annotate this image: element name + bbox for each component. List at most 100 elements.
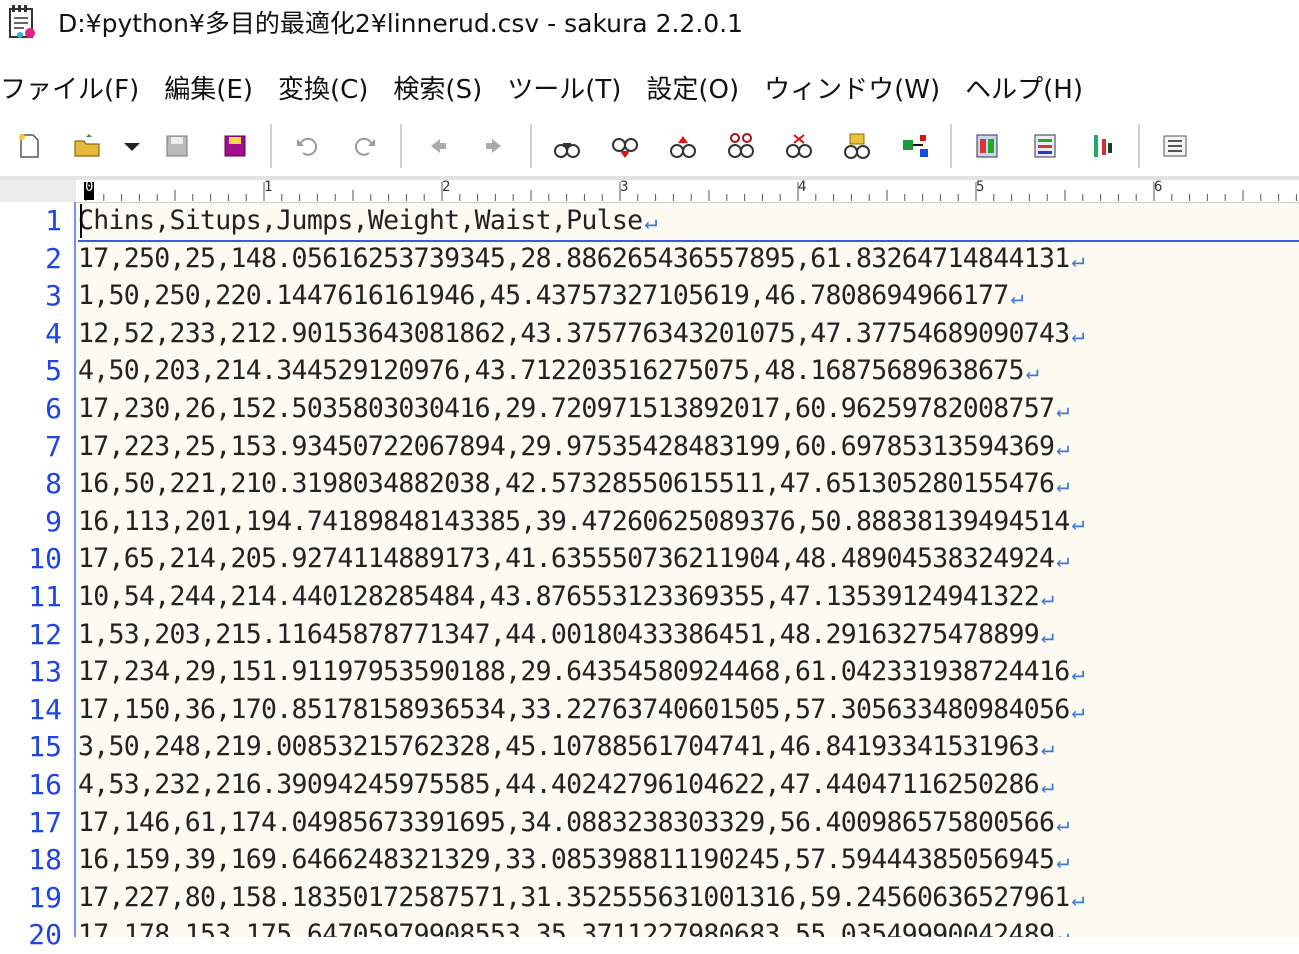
jump-back-icon[interactable] [420, 129, 454, 163]
text-line[interactable]: 17,234,29,151.91197953590188,29.64354580… [78, 653, 1085, 691]
ruler-label: 4 [798, 180, 807, 195]
line-number[interactable]: 1 [0, 202, 62, 240]
toolbar-separator [270, 124, 272, 168]
toolbar [0, 120, 1299, 172]
line-number[interactable]: 9 [0, 503, 62, 541]
line-number[interactable]: 13 [0, 653, 62, 691]
find-all-icon[interactable] [724, 129, 758, 163]
toolbar-separator [400, 124, 402, 168]
text-line[interactable]: Chins,Situps,Jumps,Weight,Waist,Pulse↵ [78, 202, 658, 240]
text-line[interactable]: 17,146,61,174.04985673391695,34.08832383… [78, 804, 1070, 842]
ruler-label: 6 [1154, 180, 1163, 195]
line-text: 16,50,221,210.3198034882038,42.573285506… [78, 468, 1055, 500]
text-line[interactable]: 3,50,248,219.00853215762328,45.107885617… [78, 728, 1054, 766]
menu-bar: ファイル(F) 編集(E) 変換(C) 検索(S) ツール(T) 設定(O) ウ… [0, 64, 1299, 110]
line-number[interactable]: 18 [0, 841, 62, 879]
menu-settings[interactable]: 設定(O) [646, 69, 752, 106]
menu-search[interactable]: 検索(S) [393, 69, 495, 106]
text-line[interactable]: 10,54,244,214.440128285484,43.8765531233… [78, 578, 1054, 616]
line-text: 17,178,153,175.64705979908553,35.3711227… [78, 919, 1055, 937]
redo-icon[interactable] [348, 129, 382, 163]
menu-help[interactable]: ヘルプ(H) [965, 69, 1096, 106]
open-folder-icon[interactable] [70, 129, 104, 163]
line-text: 16,159,39,169.6466248321329,33.085398811… [78, 844, 1055, 876]
window-title: D:¥python¥多目的最適化2¥linnerud.csv - sakura … [58, 9, 744, 38]
ruler-label: 2 [442, 180, 451, 195]
eol-mark: ↵ [1071, 510, 1085, 536]
eol-mark: ↵ [1041, 774, 1054, 799]
menu-file[interactable]: ファイル(F) [0, 69, 152, 106]
jump-forward-icon[interactable] [478, 129, 512, 163]
text-line[interactable]: 4,50,203,214.344529120976,43.71220351627… [78, 352, 1039, 390]
dropdown-arrow-icon[interactable] [122, 129, 142, 163]
line-number[interactable]: 5 [0, 352, 62, 390]
line-number[interactable]: 16 [0, 766, 62, 804]
text-line[interactable]: 17,223,25,153.93450722067894,29.97535428… [78, 428, 1070, 466]
text-line[interactable]: 16,50,221,210.3198034882038,42.573285506… [78, 465, 1070, 503]
line-number[interactable]: 20 [0, 916, 62, 954]
text-line[interactable]: 1,53,203,215.11645878771347,44.001804333… [78, 616, 1054, 654]
line-number[interactable]: 19 [0, 879, 62, 917]
new-file-icon[interactable] [12, 129, 46, 163]
line-number[interactable]: 11 [0, 578, 62, 616]
line-number[interactable]: 2 [0, 240, 62, 278]
eol-mark: ↵ [1041, 736, 1054, 762]
line-text: 4,53,232,216.39094245975585,44.402427961… [78, 769, 1040, 800]
compare-icon[interactable] [970, 129, 1004, 163]
outline-icon[interactable] [1086, 129, 1120, 163]
text-line[interactable]: 12,52,233,212.90153643081862,43.37577634… [78, 315, 1085, 353]
compare-next-icon[interactable] [1028, 129, 1062, 163]
line-number[interactable]: 10 [0, 540, 62, 578]
toolbar-separator [530, 124, 532, 168]
line-text: 16,113,201,194.74189848143385,39.4726062… [78, 505, 1070, 537]
eol-mark: ↵ [1071, 322, 1085, 348]
line-number[interactable]: 8 [0, 465, 62, 503]
ruler-label: 0 [85, 180, 94, 195]
settings-common-icon[interactable] [1158, 129, 1192, 163]
text-line[interactable]: 17,150,36,170.85178158936534,33.22763740… [78, 691, 1085, 729]
line-text: 17,146,61,174.04985673391695,34.08832383… [78, 806, 1055, 838]
line-number[interactable]: 14 [0, 691, 62, 729]
line-number[interactable]: 12 [0, 616, 62, 654]
editor-area[interactable]: 0 1 2 3 4 5 6 1 2 3 4 5 6 7 8 9 10 11 12 13 14 15 16 17 1… [0, 180, 1299, 951]
ruler-label: 1 [264, 180, 273, 195]
tag-jump-icon[interactable] [898, 129, 932, 163]
grep-icon[interactable] [840, 129, 874, 163]
menu-edit[interactable]: 編集(E) [164, 69, 266, 106]
eol-mark: ↵ [1071, 698, 1085, 724]
text-line[interactable]: 17,178,153,175.64705979908553,35.3711227… [78, 916, 1070, 937]
text-line[interactable]: 16,159,39,169.6466248321329,33.085398811… [78, 841, 1070, 879]
text-line[interactable]: 16,113,201,194.74189848143385,39.4726062… [78, 503, 1085, 541]
save-all-icon[interactable] [218, 129, 252, 163]
notepad-icon[interactable] [8, 5, 36, 39]
text-line[interactable]: 17,65,214,205.9274114889173,41.635550736… [78, 540, 1070, 578]
undo-icon[interactable] [290, 129, 324, 163]
text-line[interactable]: 17,250,25,148.05616253739345,28.88626543… [78, 240, 1085, 278]
text-line[interactable]: 17,230,26,152.5035803030416,29.720971513… [78, 390, 1070, 428]
line-number[interactable]: 7 [0, 428, 62, 466]
line-number[interactable]: 4 [0, 315, 62, 353]
line-number[interactable]: 3 [0, 277, 62, 315]
find-prev-icon[interactable] [666, 129, 700, 163]
menu-convert[interactable]: 変換(C) [278, 69, 381, 106]
find-icon[interactable] [550, 129, 584, 163]
ruler-ticks [85, 182, 1297, 201]
toolbar-separator [1138, 124, 1140, 168]
line-text: 4,50,203,214.344529120976,43.71220351627… [78, 355, 1024, 387]
text-content[interactable]: Chins,Situps,Jumps,Weight,Waist,Pulse↵ 17… [78, 202, 1299, 937]
find-clear-icon[interactable] [782, 129, 816, 163]
eol-mark: ↵ [1041, 586, 1054, 611]
line-number[interactable]: 6 [0, 390, 62, 428]
line-number[interactable]: 15 [0, 728, 62, 766]
menu-tools[interactable]: ツール(T) [507, 69, 634, 106]
find-next-icon[interactable] [608, 129, 642, 163]
text-line[interactable]: 4,53,232,216.39094245975585,44.402427961… [78, 766, 1054, 804]
save-icon[interactable] [160, 129, 194, 163]
menu-window[interactable]: ウィンドウ(W) [764, 69, 953, 106]
eol-mark: ↵ [1071, 886, 1085, 912]
eol-mark: ↵ [1056, 398, 1069, 423]
text-line[interactable]: 17,227,80,158.18350172587571,31.35255563… [78, 879, 1085, 917]
line-number-gutter[interactable]: 1 2 3 4 5 6 7 8 9 10 11 12 13 14 15 16 17 18 19 20 [0, 202, 72, 951]
line-number[interactable]: 17 [0, 804, 62, 842]
text-line[interactable]: 1,50,250,220.1447616161946,45.4375732710… [78, 277, 1024, 315]
